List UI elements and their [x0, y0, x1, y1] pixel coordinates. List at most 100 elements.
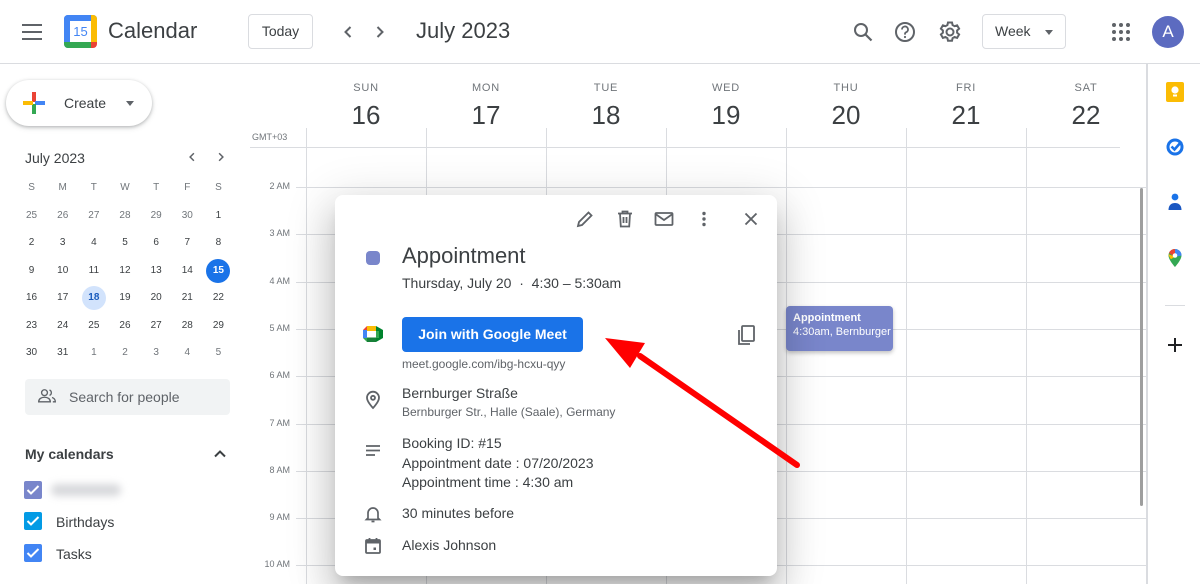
tasks-icon[interactable] — [1164, 135, 1186, 157]
mini-calendar-day[interactable]: 30 — [16, 341, 47, 369]
mini-calendar-day[interactable]: 8 — [203, 231, 234, 259]
maps-icon[interactable] — [1164, 247, 1186, 269]
mini-calendar-day[interactable]: 1 — [78, 341, 109, 369]
mini-calendar-day[interactable]: 3 — [47, 231, 78, 259]
copy-meet-link-button[interactable] — [736, 324, 756, 346]
day-number-button[interactable]: 20 — [786, 100, 906, 131]
day-number-button[interactable]: 18 — [546, 100, 666, 131]
calendar-checkbox[interactable] — [24, 544, 42, 562]
day-of-week-label: TUE — [593, 82, 619, 94]
mini-calendar-day[interactable]: 2 — [109, 341, 140, 369]
mini-calendar-day[interactable]: 10 — [47, 259, 78, 287]
help-button[interactable] — [891, 18, 919, 46]
side-panel-divider — [1165, 305, 1185, 306]
mini-calendar-day[interactable]: 6 — [141, 231, 172, 259]
calendar-label-redacted — [51, 484, 121, 496]
apps-grid-icon[interactable] — [1111, 22, 1131, 42]
create-button[interactable]: Create — [6, 80, 152, 126]
mini-calendar-selected-day[interactable]: 18 — [78, 286, 109, 314]
day-number-button[interactable]: 16 — [306, 100, 426, 131]
mini-calendar-day[interactable]: 28 — [172, 314, 203, 342]
keep-icon[interactable] — [1164, 81, 1186, 103]
mini-calendar-day[interactable]: 3 — [141, 341, 172, 369]
mini-calendar-day[interactable]: 30 — [172, 204, 203, 232]
view-select-dropdown[interactable]: Week — [982, 14, 1066, 49]
mini-calendar-day[interactable]: 31 — [47, 341, 78, 369]
mini-calendar-day[interactable]: 27 — [78, 204, 109, 232]
close-icon — [744, 212, 758, 226]
add-addon-icon[interactable] — [1164, 334, 1186, 356]
mini-calendar-day[interactable]: 29 — [203, 314, 234, 342]
mini-calendar-day[interactable]: 24 — [47, 314, 78, 342]
mini-calendar-day[interactable]: 25 — [78, 314, 109, 342]
contacts-icon[interactable] — [1164, 191, 1186, 213]
account-avatar[interactable]: A — [1152, 16, 1184, 48]
event-chip-appointment[interactable]: Appointment 4:30am, Bernburger Straße — [786, 306, 893, 351]
day-number-button[interactable]: 21 — [906, 100, 1026, 131]
search-button[interactable] — [849, 18, 877, 46]
mini-calendar-day[interactable]: 17 — [47, 286, 78, 314]
mini-calendar-prev-button[interactable] — [183, 148, 201, 171]
mini-calendar-day[interactable]: 5 — [109, 231, 140, 259]
calendar-list-item[interactable]: Birthdays — [24, 512, 224, 532]
mini-calendar-day[interactable]: 28 — [109, 204, 140, 232]
calendar-checkbox[interactable] — [24, 481, 42, 499]
mini-calendar-day[interactable]: 25 — [16, 204, 47, 232]
menu-icon[interactable] — [22, 24, 42, 40]
mini-calendar-day[interactable]: 23 — [16, 314, 47, 342]
mini-calendar-day[interactable]: 20 — [141, 286, 172, 314]
close-popup-button[interactable] — [739, 207, 763, 231]
email-guests-button[interactable] — [652, 207, 676, 231]
mini-calendar-today[interactable]: 15 — [203, 258, 234, 287]
search-icon — [854, 23, 873, 42]
settings-button[interactable] — [936, 18, 964, 46]
checkmark-icon — [26, 516, 40, 526]
mini-calendar-day[interactable]: 14 — [172, 259, 203, 287]
day-number-button[interactable]: 17 — [426, 100, 546, 131]
mini-calendar-day[interactable]: 26 — [47, 204, 78, 232]
weekday-header: F — [184, 182, 191, 193]
day-number: 6 — [153, 237, 159, 248]
mini-calendar-day[interactable]: 7 — [172, 231, 203, 259]
edit-event-button[interactable] — [573, 207, 597, 231]
current-period-title: July 2023 — [416, 18, 511, 43]
description-line: Booking ID: #15 — [402, 435, 502, 451]
mini-calendar-day[interactable]: 11 — [78, 259, 109, 287]
delete-event-button[interactable] — [613, 207, 637, 231]
mini-calendar-day[interactable]: 21 — [172, 286, 203, 314]
previous-period-button[interactable] — [336, 20, 360, 44]
mini-calendar-day[interactable]: 2 — [16, 231, 47, 259]
day-of-week-label: MON — [471, 82, 501, 94]
mini-calendar-day[interactable]: 16 — [16, 286, 47, 314]
day-column-divider — [906, 128, 907, 584]
day-number-button[interactable]: 19 — [666, 100, 786, 131]
next-period-button[interactable] — [368, 20, 392, 44]
mini-calendar-day[interactable]: 5 — [203, 341, 234, 369]
mini-calendar-day[interactable]: 1 — [203, 204, 234, 232]
my-calendars-collapse-button[interactable] — [210, 444, 230, 464]
mini-calendar-next-button[interactable] — [212, 148, 230, 171]
mini-calendar-day[interactable]: 26 — [109, 314, 140, 342]
mini-calendar-day[interactable]: 29 — [141, 204, 172, 232]
mini-calendar-day[interactable]: 13 — [141, 259, 172, 287]
today-button[interactable]: Today — [248, 14, 313, 49]
search-people-input[interactable]: Search for people — [25, 379, 230, 415]
mini-calendar-day[interactable]: 12 — [109, 259, 140, 287]
checkmark-icon — [26, 485, 40, 495]
grid-scrollbar[interactable] — [1140, 188, 1143, 506]
mini-calendar-day[interactable]: 19 — [109, 286, 140, 314]
mini-calendar-day[interactable]: 9 — [16, 259, 47, 287]
calendar-list-item[interactable]: Tasks — [24, 544, 224, 564]
mini-calendar-day[interactable]: 4 — [172, 341, 203, 369]
meet-link[interactable]: meet.google.com/ibg-hcxu-qyy — [402, 357, 565, 371]
mini-calendar-day[interactable]: 22 — [203, 286, 234, 314]
calendar-list-item[interactable] — [24, 481, 224, 501]
event-details-popup: Appointment Thursday, July 20 · 4:30 – 5… — [335, 195, 777, 576]
mini-calendar-day[interactable]: 4 — [78, 231, 109, 259]
notification-bell-icon — [364, 507, 382, 523]
day-number-button[interactable]: 22 — [1026, 100, 1146, 131]
more-options-button[interactable] — [692, 207, 716, 231]
join-google-meet-button[interactable]: Join with Google Meet — [402, 317, 583, 352]
calendar-checkbox[interactable] — [24, 512, 42, 530]
mini-calendar-day[interactable]: 27 — [141, 314, 172, 342]
